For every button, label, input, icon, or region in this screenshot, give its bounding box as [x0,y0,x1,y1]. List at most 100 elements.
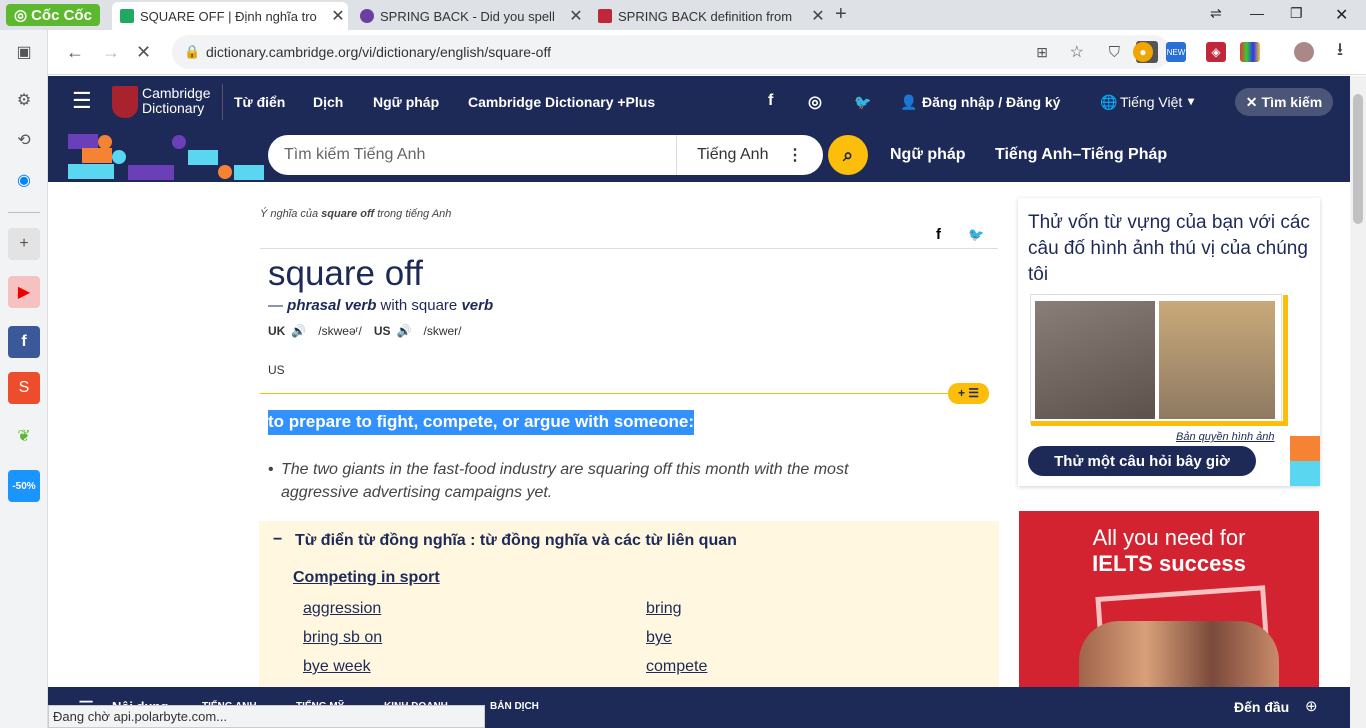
tab-title: SQUARE OFF | Định nghĩa tro [140,8,317,24]
shield-icon[interactable]: ⛉ [1109,44,1120,61]
uk-audio-icon[interactable]: 🔊 [291,324,306,338]
tab-bar: ◎ Cốc Cốc SQUARE OFF | Định nghĩa tro ✕ S… [0,0,1366,30]
facebook-icon[interactable]: f [8,326,40,358]
thesaurus-category[interactable]: Competing in sport [293,569,440,587]
search-bar-area: Tìm kiếm Tiếng Anh Tiếng Anh ⋮ ⌕ Ngữ phá… [48,128,1350,182]
tab-favicon-icon [598,9,612,23]
seal-image [1159,301,1275,419]
tab-spring-back-definition[interactable]: SPRING BACK definition from ✕ [590,2,828,30]
tab-title: SPRING BACK definition from [618,8,793,24]
user-icon[interactable]: 👤 [900,94,917,111]
search-field[interactable]: Tìm kiếm Tiếng Anh Tiếng Anh ⋮ [268,135,823,175]
tab-favicon-icon [120,9,134,23]
tiki-icon[interactable]: -50% [8,470,40,502]
translate-icon[interactable]: ⊞ [1036,44,1048,61]
back-to-top-link[interactable]: Đến đầu [1234,699,1289,715]
search-language-select[interactable]: Tiếng Anh [677,146,768,164]
add-to-list-button[interactable]: + ☰ [948,383,989,404]
thesaurus-link[interactable]: compete [646,658,707,676]
messenger-icon[interactable]: ◉ [8,164,40,196]
nav-plus[interactable]: Cambridge Dictionary +Plus [468,94,655,110]
extension-grid-icon[interactable] [1240,42,1260,62]
tab-favicon-icon [360,9,374,23]
coccoc-logo[interactable]: ◎ Cốc Cốc [6,4,100,26]
menu-icon[interactable]: ☰ [72,90,92,112]
maximize-button[interactable]: ❐ [1290,5,1303,22]
thesaurus-link[interactable]: bye week [303,658,371,676]
extension-chrome-icon[interactable]: ● [1133,42,1153,62]
hippo-image [1035,301,1155,419]
bookmark-star-icon[interactable]: ☆ [1070,42,1084,62]
grammar-link[interactable]: Ngữ pháp [890,146,966,164]
coccoc-map-icon[interactable]: ❦ [8,420,40,452]
back-icon[interactable]: ← [66,42,84,63]
nav-translate[interactable]: Dịch [313,94,343,110]
ad-headline-bold: IELTS success [1092,551,1246,576]
region-label: US [268,363,285,377]
language-select[interactable]: Tiếng Việt [1120,94,1182,110]
arrow-up-circle-icon[interactable]: ⊕ [1305,697,1318,715]
search-input[interactable]: Tìm kiếm Tiếng Anh [268,146,676,164]
nav-grammar[interactable]: Ngữ pháp [373,94,439,110]
login-link[interactable]: Đăng nhập / Đăng ký [922,94,1060,110]
globe-icon[interactable]: 🌐 [1100,94,1117,111]
close-tab-icon[interactable]: ✕ [808,6,828,26]
scrollbar-thumb[interactable] [1353,94,1363,224]
decoration [68,134,98,149]
instagram-icon[interactable]: ◎ [808,92,822,112]
extension-new-icon[interactable]: NEW [1166,42,1186,62]
search-toggle-button[interactable]: ✕ Tìm kiếm [1235,88,1333,116]
share-facebook-icon[interactable]: f [936,226,941,243]
close-window-button[interactable]: ✕ [1335,5,1348,25]
shopee-icon[interactable]: S [8,372,40,404]
history-icon[interactable]: ⟲ [8,124,40,156]
ad-people-image [1079,621,1279,687]
add-app-icon[interactable]: + [8,228,40,260]
facebook-icon[interactable]: f [768,92,773,110]
browser-sidebar: ▣ ⚙ ⟲ ◉ + ▶ f S ❦ -50% [0,30,48,728]
sidebar-toggle-icon[interactable]: ▣ [8,36,40,68]
page-scrollbar[interactable] [1350,76,1366,728]
thesaurus-link[interactable]: aggression [303,600,381,618]
close-icon: ✕ [1245,93,1258,110]
url-text: dictionary.cambridge.org/vi/dictionary/e… [206,44,551,60]
close-tab-icon[interactable]: ✕ [566,6,586,26]
quiz-images[interactable] [1030,294,1288,426]
downloads-icon[interactable]: ⭳ [1330,39,1350,62]
more-options-icon[interactable]: ⋮ [787,145,803,165]
sidebar-divider [8,212,40,213]
forward-icon[interactable]: → [102,42,120,63]
collapse-icon[interactable]: − [273,531,282,549]
lock-icon: 🔒 [184,44,201,59]
part-of-speech: — phrasal verb with square verb [268,297,494,314]
youtube-icon[interactable]: ▶ [8,276,40,308]
url-bar[interactable]: 🔒 dictionary.cambridge.org/vi/dictionary… [172,35,1170,69]
copyright-link[interactable]: Bản quyền hình ảnh [1176,431,1274,443]
nav-dictionary[interactable]: Từ điển [234,94,285,110]
twitter-icon[interactable]: 🐦 [854,94,871,111]
site-logo[interactable]: Cambridge Dictionary [142,86,210,116]
extension-red-icon[interactable]: ◈ [1206,42,1226,62]
settings-icon[interactable]: ⚙ [8,84,40,116]
example-sentence: • The two giants in the fast-food industr… [268,461,849,501]
new-tab-button[interactable]: + [835,3,847,26]
thesaurus-link[interactable]: bye [646,629,672,647]
english-french-link[interactable]: Tiếng Anh–Tiếng Pháp [995,146,1167,164]
thesaurus-link[interactable]: bring sb on [303,629,382,647]
profile-avatar[interactable] [1294,42,1314,62]
quiz-start-button[interactable]: Thử một câu hỏi bây giờ [1028,446,1256,476]
minimize-button[interactable]: — [1250,5,1264,21]
close-tab-icon[interactable]: ✕ [328,6,348,26]
ielts-ad[interactable]: All you need for IELTS success [1019,511,1319,687]
bottom-nav-translation[interactable]: BẢN DỊCH [490,701,539,712]
coccoc-icon: ◎ [14,7,28,24]
tab-search-icon[interactable]: ⇌ [1210,5,1222,22]
share-twitter-icon[interactable]: 🐦 [968,227,984,243]
chevron-down-icon[interactable]: ▾ [1188,94,1194,108]
stop-loading-icon[interactable]: ✕ [136,42,151,63]
search-button[interactable]: ⌕ [828,135,868,175]
us-audio-icon[interactable]: 🔊 [397,324,412,338]
thesaurus-link[interactable]: bring [646,600,682,618]
tab-spring-back-spell[interactable]: SPRING BACK - Did you spell ✕ [352,2,586,30]
tab-square-off[interactable]: SQUARE OFF | Định nghĩa tro ✕ [112,2,348,30]
